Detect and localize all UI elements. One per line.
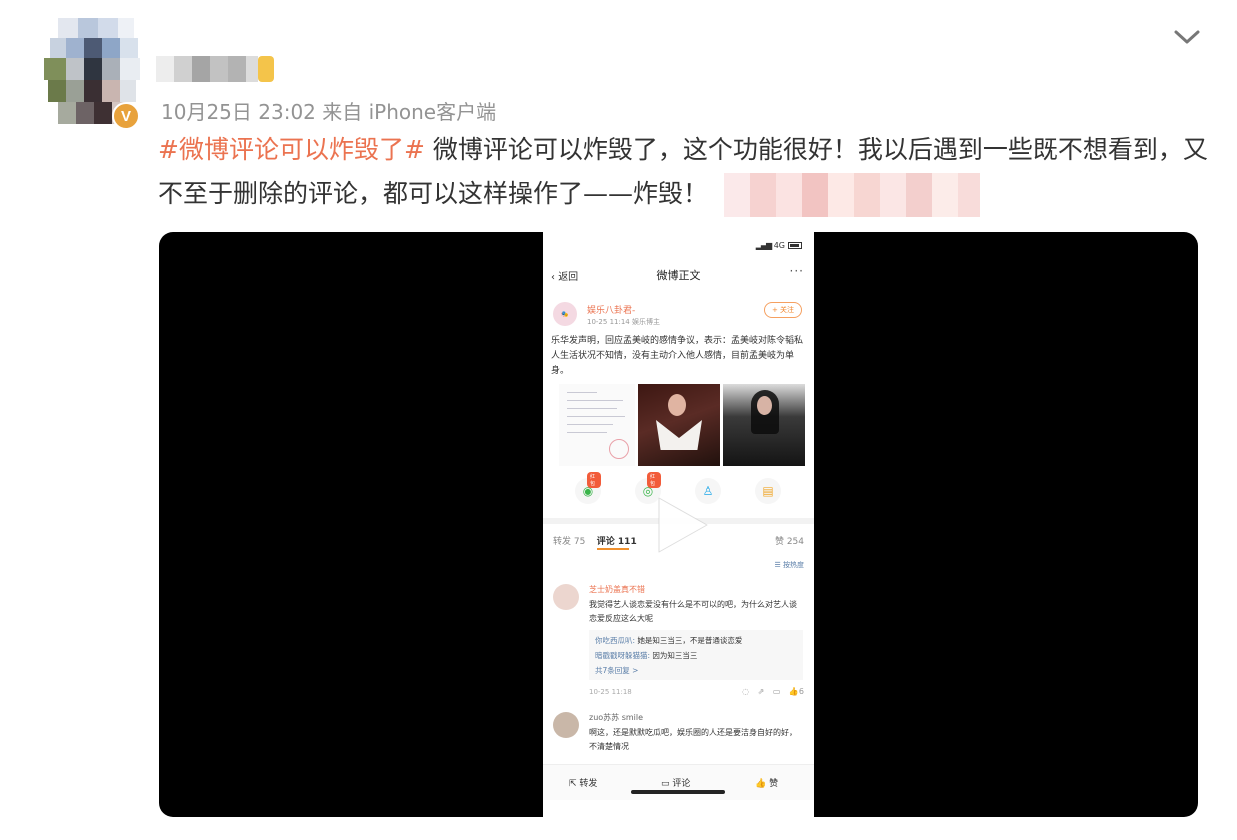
comment-avatar [553,584,579,610]
blurred-mention [723,173,984,217]
inner-likes-count: 赞 254 [774,537,804,547]
inner-repost-action: ⇱ 转发 [569,779,598,789]
battery-icon [788,242,802,249]
inner-navbar: ‹ 返回 微博正文 ··· [543,262,814,290]
comment-text: 我觉得艺人谈恋爱没有什么是不可以的吧，为什么对艺人谈恋爱反应这么大呢 [589,600,797,623]
inner-tab-comments: 评论 111 [596,537,637,547]
comment-time: 10-25 11:18 [589,688,632,696]
more-icon: ··· [789,264,804,278]
inner-author-name: 娱乐八卦君- [587,306,636,316]
post-meta: 10月25日 23:02 来自 iPhone客户端 [161,100,497,124]
inner-like-action: 👍 赞 [755,779,779,789]
comment-actions: ◌ ⇗ ▭ 👍6 [742,687,804,696]
inner-post-text: 乐华发声明，回应孟美岐的感情争议，表示：孟美岐对陈令韬私人生活状况不知情，没有主… [551,336,804,376]
inner-tab-underline [597,548,629,550]
inner-author-avatar: 🎭 [553,302,577,326]
comment-replies: 你吃西瓜叭: 她是知三当三，不是普通谈恋爱 暗戳戳呀躲猫猫: 因为知三当三 共7… [589,630,803,680]
verified-badge-icon: V [112,102,140,130]
comment-avatar [553,712,579,738]
inner-tab-repost: 转发 75 [553,537,586,547]
status-bar: ▂▄▆ 4G [756,241,802,250]
hashtag-link[interactable]: #微博评论可以炸毁了# [158,135,425,164]
username[interactable] [156,56,274,82]
play-icon[interactable] [649,494,711,556]
notes-icon: ▤ [755,478,781,504]
video-player[interactable]: ▂▄▆ 4G ‹ 返回 微博正文 ··· 🎭 娱乐八卦君- 10-25 11:1… [159,232,1198,817]
inner-comment-action: ▭ 评论 [661,779,691,789]
inner-sort-hot: ☰ 按热度 [774,561,804,569]
inner-image-statement [559,384,635,466]
post-body: #微博评论可以炸毁了# 微博评论可以炸毁了，这个功能很好！我以后遇到一些既不想看… [158,128,1208,217]
inner-nav-title: 微博正文 [656,269,701,282]
inner-post-time: 10-25 11:14 娱乐博主 [587,318,660,326]
inner-bottom-bar: ⇱ 转发 ▭ 评论 👍 赞 [543,764,814,800]
inner-tabs: 转发 75 评论 111 [553,534,637,547]
inner-image-photo-2 [723,384,805,466]
comment-author: zuo苏苏 smile [589,713,644,722]
seal-stamp [609,439,629,459]
wechat-icon: ◉ 红包 [575,472,601,504]
chevron-down-icon[interactable] [1172,26,1202,48]
comment-author: 芝士奶盖真不错 [589,585,645,594]
inner-follow-button: + 关注 [764,302,802,318]
comment-text: 啊这，还是默默吃瓜吧，娱乐圈的人还是要洁身自好的好，不清楚情况 [589,728,797,751]
inner-image-photo-1 [638,384,720,466]
home-indicator [631,790,725,794]
